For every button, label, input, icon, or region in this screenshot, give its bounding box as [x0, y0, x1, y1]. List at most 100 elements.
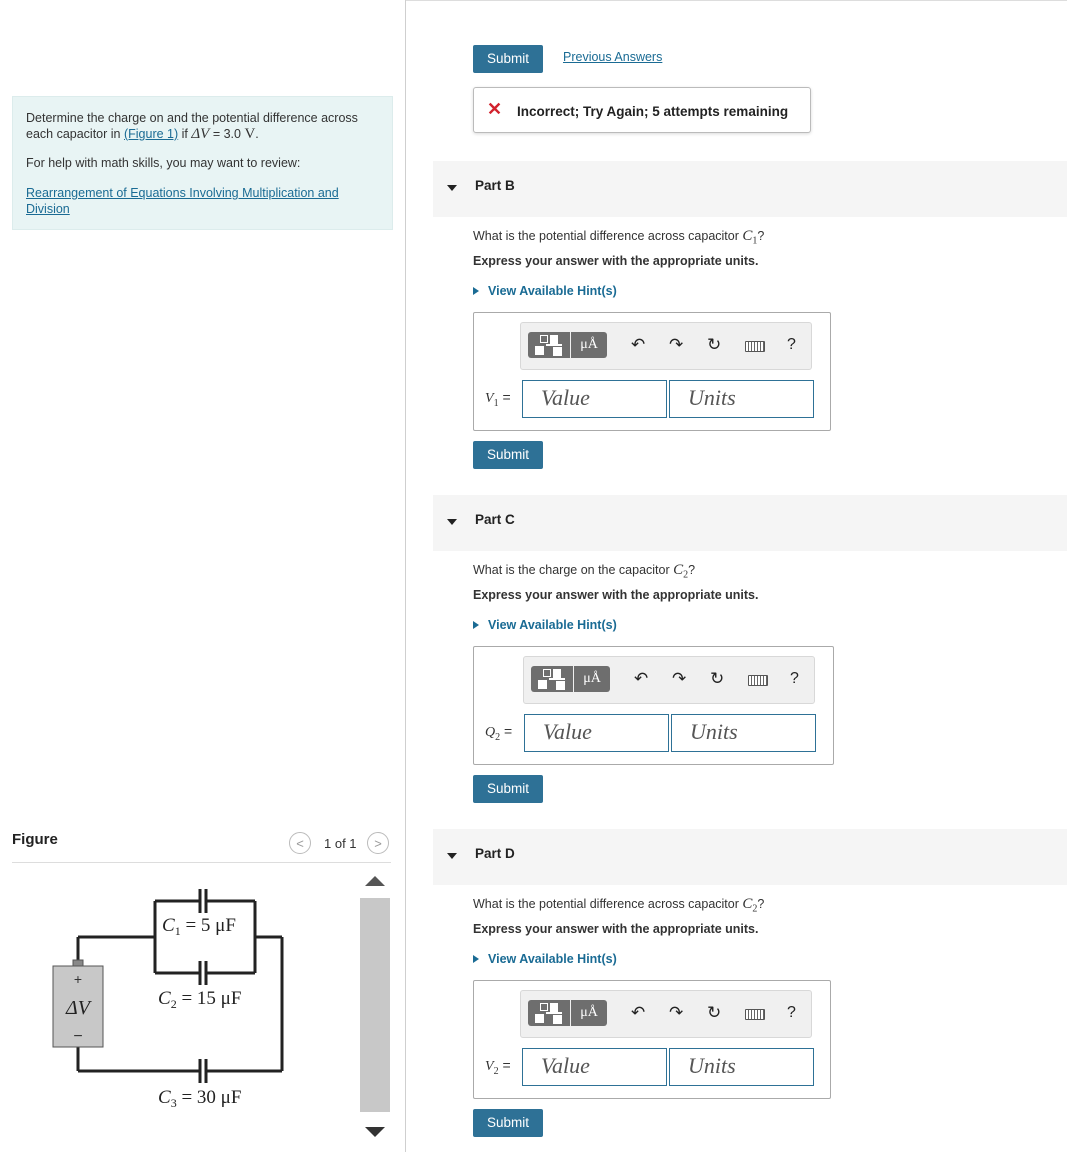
answer-var: V — [485, 1059, 494, 1074]
question-text: What is the potential difference across … — [473, 897, 743, 911]
column-divider — [405, 0, 406, 1152]
undo-icon[interactable]: ↶ — [631, 335, 645, 355]
delta-v-symbol: ΔV — [191, 126, 210, 142]
previous-answers-link[interactable]: Previous Answers — [563, 50, 662, 64]
figure-next-button[interactable]: > — [367, 832, 389, 854]
undo-icon[interactable]: ↶ — [631, 1003, 645, 1023]
undo-icon[interactable]: ↶ — [634, 669, 648, 689]
help-icon[interactable]: ? — [790, 670, 799, 688]
redo-icon[interactable]: ↷ — [669, 1003, 683, 1023]
figure-prev-button[interactable]: < — [289, 832, 311, 854]
value-input[interactable]: Value — [522, 1048, 667, 1086]
battery-minus: − — [73, 1028, 82, 1045]
question-end: ? — [757, 897, 765, 911]
units-icon[interactable]: μÅ — [571, 1000, 607, 1026]
templates-icon[interactable] — [528, 332, 570, 358]
part-b-instructions: Express your answer with the appropriate… — [473, 254, 759, 268]
math-toolbar: μÅ ↶ ↷ ↻ ? — [523, 656, 815, 704]
part-b-hint-toggle[interactable]: View Available Hint(s) — [473, 284, 617, 298]
part-d-answer-box: μÅ ↶ ↷ ↻ ? V2 = Value Units — [473, 980, 831, 1099]
submit-button[interactable]: Submit — [473, 45, 543, 73]
answer-sub: 2 — [495, 731, 501, 743]
help-text: For help with math skills, you may want … — [26, 156, 301, 170]
figure-separator — [12, 862, 391, 863]
units-icon[interactable]: μÅ — [571, 332, 607, 358]
math-toolbar: μÅ ↶ ↷ ↻ ? — [520, 322, 812, 370]
question-text: What is the charge on the capacitor — [473, 563, 674, 577]
collapse-triangle-icon[interactable] — [447, 519, 457, 525]
question-var: C — [742, 896, 753, 912]
part-d-hint-toggle[interactable]: View Available Hint(s) — [473, 952, 617, 966]
problem-line-1: Determine the charge on and the potentia… — [26, 111, 358, 125]
problem-text: . — [255, 127, 259, 141]
answer-sub: 2 — [493, 1065, 499, 1077]
part-title: Part C — [475, 512, 515, 527]
value-input[interactable]: Value — [522, 380, 667, 418]
scroll-down-arrow-icon[interactable] — [365, 1127, 385, 1137]
part-b-header[interactable]: Part B — [433, 161, 1067, 217]
value-input[interactable]: Value — [524, 714, 669, 752]
review-link-line-1[interactable]: Rearrangement of Equations Involving Mul… — [26, 186, 339, 200]
part-c-hint-toggle[interactable]: View Available Hint(s) — [473, 618, 617, 632]
answer-variable-label: Q2 = — [485, 723, 513, 743]
redo-icon[interactable]: ↷ — [672, 669, 686, 689]
volt-unit: V — [244, 126, 256, 142]
scroll-up-arrow-icon[interactable] — [365, 876, 385, 886]
keyboard-icon[interactable] — [745, 341, 765, 352]
reset-icon[interactable]: ↻ — [707, 335, 721, 355]
answer-variable-label: V1 = — [485, 389, 511, 409]
problem-line-2: each capacitor in (Figure 1) if ΔV = 3.0… — [26, 126, 259, 142]
battery-plus: + — [74, 971, 82, 987]
templates-icon[interactable] — [528, 1000, 570, 1026]
review-link-line-2[interactable]: Division — [26, 202, 70, 216]
incorrect-x-icon: ✕ — [487, 99, 503, 119]
circuit-diagram: + ΔV − C1 = 5 μF C2 = 15 μF C3 = 30 μF — [52, 889, 284, 1110]
redo-icon[interactable]: ↷ — [669, 335, 683, 355]
reset-icon[interactable]: ↻ — [710, 669, 724, 689]
reset-icon[interactable]: ↻ — [707, 1003, 721, 1023]
chevron-left-icon: < — [296, 835, 304, 851]
answer-var: Q — [485, 725, 496, 740]
problem-statement: Determine the charge on and the potentia… — [12, 96, 393, 230]
answer-variable-label: V2 = — [485, 1057, 511, 1077]
part-d-instructions: Express your answer with the appropriate… — [473, 922, 759, 936]
part-d-header[interactable]: Part D — [433, 829, 1067, 885]
figure-link[interactable]: (Figure 1) — [124, 127, 178, 141]
review-link[interactable]: Rearrangement of Equations Involving Mul… — [26, 185, 339, 217]
units-input[interactable]: Units — [669, 380, 814, 418]
part-c-question: What is the charge on the capacitor C2? — [473, 562, 695, 581]
units-input[interactable]: Units — [669, 1048, 814, 1086]
collapse-triangle-icon[interactable] — [447, 853, 457, 859]
part-d-question: What is the potential difference across … — [473, 896, 764, 915]
part-d-submit-button[interactable]: Submit — [473, 1109, 543, 1137]
part-title: Part D — [475, 846, 515, 861]
hint-triangle-icon — [473, 286, 479, 295]
help-icon[interactable]: ? — [787, 1004, 796, 1022]
templates-icon[interactable] — [531, 666, 573, 692]
part-c-header[interactable]: Part C — [433, 495, 1067, 551]
chevron-right-icon: > — [374, 835, 382, 851]
units-input[interactable]: Units — [671, 714, 816, 752]
keyboard-icon[interactable] — [748, 675, 768, 686]
hint-label: View Available Hint(s) — [488, 618, 617, 632]
collapse-triangle-icon[interactable] — [447, 185, 457, 191]
part-b-answer-box: μÅ ↶ ↷ ↻ ? V1 = Value Units — [473, 312, 831, 431]
figure-counter: 1 of 1 — [324, 836, 357, 851]
problem-value: = 3.0 — [209, 127, 245, 141]
problem-text: each capacitor in — [26, 127, 124, 141]
part-c-answer-box: μÅ ↶ ↷ ↻ ? Q2 = Value Units — [473, 646, 834, 765]
scrollbar-thumb[interactable] — [360, 898, 390, 1112]
units-icon[interactable]: μÅ — [574, 666, 610, 692]
math-toolbar: μÅ ↶ ↷ ↻ ? — [520, 990, 812, 1038]
keyboard-icon[interactable] — [745, 1009, 765, 1020]
help-icon[interactable]: ? — [787, 336, 796, 354]
question-var: C — [742, 228, 753, 244]
hint-triangle-icon — [473, 620, 479, 629]
part-b-submit-button[interactable]: Submit — [473, 441, 543, 469]
question-end: ? — [757, 229, 765, 243]
answer-sub: 1 — [493, 397, 499, 409]
part-c-submit-button[interactable]: Submit — [473, 775, 543, 803]
battery-terminal — [72, 959, 84, 967]
answer-var: V — [485, 391, 494, 406]
feedback-text: Incorrect; Try Again; 5 attempts remaini… — [517, 104, 789, 119]
